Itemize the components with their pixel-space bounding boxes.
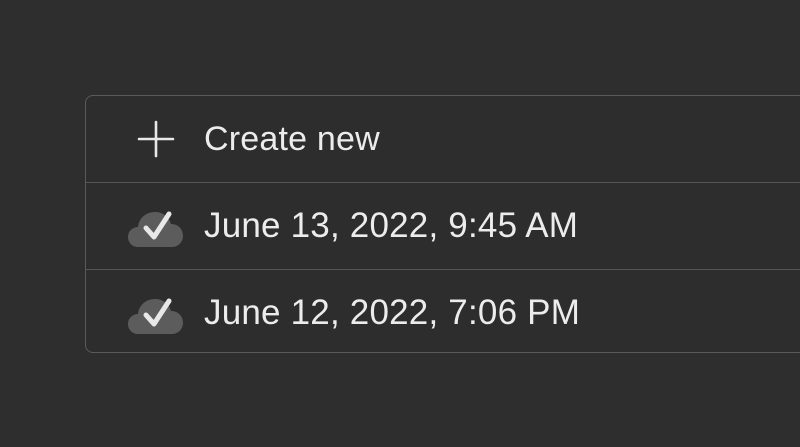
version-timestamp: June 13, 2022, 9:45 AM — [204, 206, 579, 245]
version-list-panel: Create new June 13, 2022, 9:45 AM June 1… — [85, 95, 800, 353]
version-item[interactable]: June 12, 2022, 7:06 PM — [86, 269, 800, 352]
cloud-check-icon — [128, 203, 184, 249]
version-item[interactable]: June 13, 2022, 9:45 AM — [86, 182, 800, 269]
create-new-label: Create new — [204, 119, 380, 158]
plus-icon — [128, 116, 184, 162]
create-new-button[interactable]: Create new — [86, 96, 800, 182]
cloud-check-icon — [128, 290, 184, 336]
version-timestamp: June 12, 2022, 7:06 PM — [204, 293, 581, 332]
